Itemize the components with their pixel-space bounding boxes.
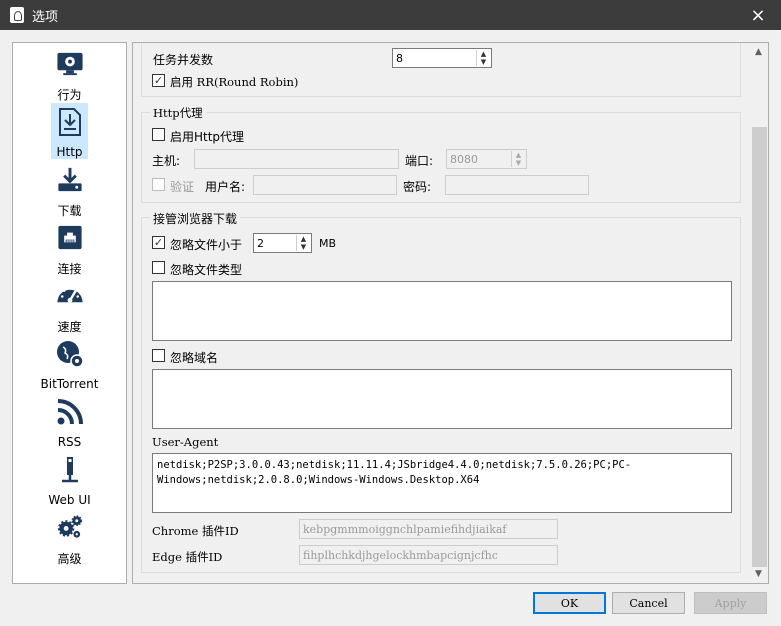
ignore-domain-textarea[interactable] (152, 369, 732, 429)
sidebar-item-advanced[interactable]: 高级 (13, 509, 126, 567)
spin-up-icon[interactable]: ▲ (477, 50, 490, 58)
sidebar-item-connection[interactable]: 连接 (13, 219, 126, 277)
spin-down-icon[interactable]: ▼ (297, 243, 310, 251)
sidebar-item-label: Web UI (48, 493, 91, 507)
app-icon (10, 7, 24, 23)
scrollbar-thumb[interactable] (752, 127, 767, 567)
ignore-type-label: 忽略文件类型 (170, 263, 243, 277)
proxy-group-title: Http代理 (150, 105, 206, 121)
speedometer-icon (56, 286, 83, 303)
proxy-enable-checkbox[interactable] (152, 128, 165, 141)
sidebar-item-webui[interactable]: Web UI (13, 451, 126, 509)
browser-group-title: 接管浏览器下载 (150, 210, 241, 227)
ignore-domain-label: 忽略域名 (170, 351, 219, 365)
network-port-icon (57, 225, 82, 250)
ua-label: User-Agent (152, 435, 219, 449)
ignore-type-textarea[interactable] (152, 281, 732, 341)
ignore-size-unit: MB (319, 237, 337, 250)
window-title: 选项 (32, 9, 59, 25)
pass-label: 密码: (403, 180, 432, 194)
gears-icon (57, 515, 82, 538)
scroll-down-icon[interactable]: ▼ (755, 569, 762, 579)
rr-checkbox[interactable]: ✓ (152, 74, 165, 87)
rss-icon (57, 399, 83, 425)
sidebar-item-label: BitTorrent (40, 377, 99, 391)
spin-down-icon[interactable]: ▼ (477, 58, 490, 66)
port-label: 端口: (405, 154, 434, 168)
ok-button[interactable]: OK (533, 592, 606, 614)
monitor-gear-icon (56, 52, 83, 76)
chrome-id-input[interactable]: kebpgmmmoiggnchlpamiefihdjiaikaf (299, 519, 558, 539)
user-input[interactable] (253, 175, 397, 195)
proxy-enable-label: 启用Http代理 (170, 130, 245, 144)
close-button[interactable]: × (735, 0, 781, 30)
ignore-size-spinbox[interactable]: 2 ▲ ▼ (253, 233, 312, 253)
concurrent-spinbox[interactable]: 8 ▲ ▼ (392, 48, 492, 68)
sidebar-item-rss[interactable]: RSS (13, 393, 126, 451)
ua-textarea[interactable]: netdisk;P2SP;3.0.0.43;netdisk;11.11.4;JS… (152, 453, 732, 513)
port-spinbox[interactable]: 8080 ▲ ▼ (446, 149, 527, 169)
scroll-up-icon[interactable]: ▲ (755, 47, 762, 57)
auth-label: 验证 (170, 180, 195, 194)
sidebar-item-http[interactable]: Http (13, 103, 126, 161)
pass-input[interactable] (445, 175, 589, 195)
rr-label: 启用 RR(Round Robin) (170, 75, 299, 89)
spin-up-icon[interactable]: ▲ (297, 235, 310, 243)
ignore-domain-checkbox[interactable] (152, 349, 165, 362)
ignore-size-checkbox[interactable]: ✓ (152, 236, 165, 249)
sidebar-item-label: Http (56, 145, 83, 159)
auth-checkbox[interactable] (152, 178, 165, 191)
edge-id-input[interactable]: fihplhchkdjhgelockhmbapcignjcfhc (299, 545, 558, 565)
cancel-button[interactable]: Cancel (612, 592, 685, 614)
usb-plug-icon (61, 457, 78, 483)
tray-download-icon (57, 167, 82, 192)
spin-down-icon[interactable]: ▼ (512, 159, 525, 167)
user-label: 用户名: (205, 180, 246, 194)
ignore-size-label: 忽略文件小于 (170, 238, 243, 252)
globe-gear-icon (56, 341, 84, 368)
spin-up-icon[interactable]: ▲ (512, 151, 525, 159)
edge-id-label: Edge 插件ID (152, 550, 223, 564)
vertical-scrollbar[interactable]: ▲ ▼ (751, 43, 768, 583)
sidebar-item-label: RSS (57, 435, 82, 449)
sidebar-item-label: 连接 (57, 262, 82, 276)
sidebar-item-bittorrent[interactable]: BitTorrent (13, 335, 126, 393)
ignore-type-checkbox[interactable] (152, 261, 165, 274)
options-sidebar: 行为 Http 下载 连接 速度 BitTorrent RSS Web UI 高… (12, 42, 127, 584)
sidebar-item-label: 下载 (57, 204, 82, 218)
sidebar-item-speed[interactable]: 速度 (13, 277, 126, 335)
sidebar-item-label: 行为 (57, 88, 82, 102)
apply-button[interactable]: Apply (694, 592, 767, 614)
options-panel: 任务并发数 8 ▲ ▼ ✓ 启用 RR(Round Robin) Http代理 启… (132, 42, 769, 584)
sidebar-item-behavior[interactable]: 行为 (13, 45, 126, 103)
concurrent-label: 任务并发数 (153, 53, 214, 67)
download-doc-icon (58, 108, 81, 136)
sidebar-item-label: 高级 (57, 552, 82, 566)
host-input[interactable] (194, 149, 399, 169)
port-value: 8080 (450, 152, 478, 166)
host-label: 主机: (152, 154, 181, 168)
title-bar: 选项 × (0, 0, 781, 30)
concurrent-value: 8 (396, 51, 403, 65)
ignore-size-value: 2 (257, 236, 264, 250)
chrome-id-label: Chrome 插件ID (152, 524, 239, 538)
sidebar-item-download[interactable]: 下载 (13, 161, 126, 219)
sidebar-item-label: 速度 (57, 320, 82, 334)
